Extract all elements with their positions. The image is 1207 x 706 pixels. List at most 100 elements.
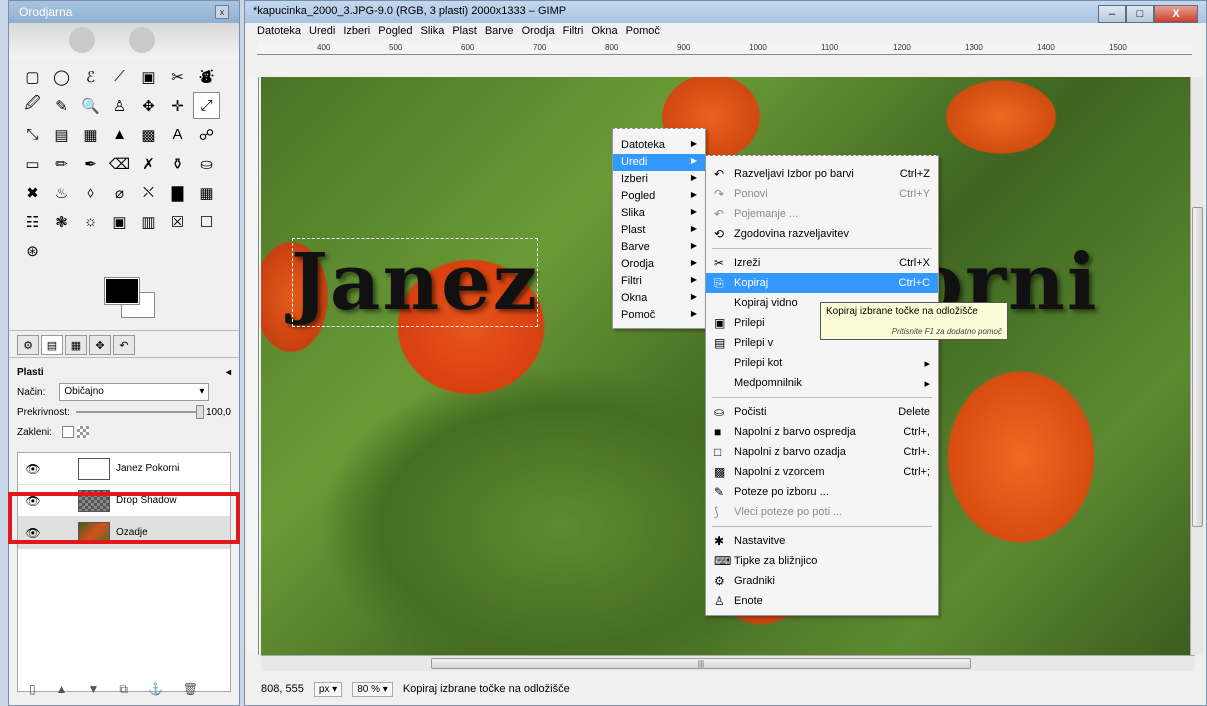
tool-button-icon[interactable]: ❃ (48, 208, 75, 235)
menu-2[interactable]: Izberi (343, 25, 370, 39)
menu-3[interactable]: Pogled (378, 25, 412, 39)
tool-button-icon[interactable]: ▩ (135, 121, 162, 148)
delete-layer-icon[interactable]: 🗑 (183, 682, 198, 697)
tool-button-icon[interactable]: ▦ (193, 179, 220, 206)
menu-9[interactable]: Okna (591, 25, 617, 39)
tool-button-icon[interactable]: ▣ (135, 63, 162, 90)
tool-button-icon[interactable]: ☐ (193, 208, 220, 235)
context-menu-item[interactable]: Pomoč ▶ (613, 307, 705, 324)
edit-menu-item[interactable]: ✂ Izreži Ctrl+X (706, 253, 938, 273)
close-button[interactable]: X (1154, 5, 1198, 23)
layer-row[interactable]: 👁 Janez Pokorni (18, 453, 230, 485)
edit-menu-item[interactable]: ⚙ Gradniki (706, 571, 938, 591)
new-layer-icon[interactable]: ▯ (29, 682, 36, 697)
tool-button-icon[interactable]: ⟋ (106, 63, 133, 90)
toolbox-close-button[interactable]: x (215, 5, 229, 19)
menu-8[interactable]: Filtri (563, 25, 584, 39)
tool-button-icon[interactable]: ✖ (19, 179, 46, 206)
tool-button-icon[interactable]: ✒ (77, 150, 104, 177)
tool-button-icon[interactable]: ✛ (164, 92, 191, 119)
menu-4[interactable]: Slika (421, 25, 445, 39)
raise-layer-icon[interactable]: ▲ (56, 682, 68, 697)
tool-options-tab-icon[interactable]: ⚙ (17, 335, 39, 355)
horizontal-scrollbar-thumb[interactable]: ||| (431, 658, 971, 669)
edit-menu-item[interactable]: ♙ Enote (706, 591, 938, 611)
tool-button-icon[interactable]: ⊛ (19, 237, 46, 264)
tool-button-icon[interactable]: ⌫ (106, 150, 133, 177)
context-menu-item[interactable]: Orodja ▶ (613, 256, 705, 273)
vertical-scrollbar[interactable] (1190, 77, 1204, 655)
context-menu-item[interactable]: Barve ▶ (613, 239, 705, 256)
context-menu-item[interactable]: Plast ▶ (613, 222, 705, 239)
context-menu-item[interactable]: Pogled ▶ (613, 188, 705, 205)
edit-menu-item[interactable]: ↶ Razveljavi Izbor po barvi Ctrl+Z (706, 164, 938, 184)
edit-menu-item[interactable]: ⛀ Počisti Delete (706, 402, 938, 422)
horizontal-scrollbar[interactable]: ||| (261, 655, 1195, 671)
tool-button-icon[interactable]: ⌀ (106, 179, 133, 206)
context-menu-item[interactable]: Datoteka ▶ (613, 137, 705, 154)
minimize-button[interactable]: – (1098, 5, 1126, 23)
tool-button-icon[interactable]: ⛇ (193, 63, 220, 90)
tool-button-icon[interactable]: ⚱ (164, 150, 191, 177)
tool-button-icon[interactable]: ⛀ (193, 150, 220, 177)
layers-tab-icon[interactable]: ▤ (41, 335, 63, 355)
foreground-color-swatch[interactable] (104, 277, 140, 305)
opacity-slider[interactable] (75, 405, 204, 419)
opacity-value[interactable]: 100,0 (206, 407, 231, 418)
edit-menu-item[interactable]: ▩ Napolni z vzorcem Ctrl+; (706, 462, 938, 482)
tool-button-icon[interactable]: ▥ (135, 208, 162, 235)
context-menu-item[interactable]: Izberi ▶ (613, 171, 705, 188)
context-menu-item[interactable]: Filtri ▶ (613, 273, 705, 290)
menu-6[interactable]: Barve (485, 25, 514, 39)
edit-menu-item[interactable]: ⎘ Kopiraj Ctrl+C (706, 273, 938, 293)
edit-menu-item[interactable]: ✱ Nastavitve (706, 531, 938, 551)
tool-button-icon[interactable]: ◯ (48, 63, 75, 90)
unit-select[interactable]: px ▾ (313, 681, 343, 697)
tool-button-icon[interactable]: ♙ (106, 92, 133, 119)
lower-layer-icon[interactable]: ▼ (88, 682, 100, 697)
paths-tab-icon[interactable]: ✥ (89, 335, 111, 355)
maximize-button[interactable]: □ (1126, 5, 1154, 23)
tool-button-icon[interactable]: ▢ (19, 63, 46, 90)
tool-button-icon[interactable]: ▤ (48, 121, 75, 148)
tool-button-icon[interactable]: A (164, 121, 191, 148)
vertical-scrollbar-thumb[interactable] (1192, 207, 1203, 527)
tool-button-icon[interactable]: ⤡ (19, 121, 46, 148)
tool-button-icon[interactable]: ✥ (135, 92, 162, 119)
tool-button-icon[interactable]: ☍ (193, 121, 220, 148)
tool-button-icon[interactable]: ⬨ (77, 179, 104, 206)
undo-history-tab-icon[interactable]: ↶ (113, 335, 135, 355)
edit-menu-item[interactable]: ⟲ Zgodovina razveljavitev (706, 224, 938, 244)
menu-0[interactable]: Datoteka (257, 25, 301, 39)
menu-5[interactable]: Plast (452, 25, 476, 39)
tool-button-icon[interactable]: 🖉 (19, 92, 46, 119)
tool-button-icon[interactable]: ⤢ (193, 92, 220, 119)
context-menu-item[interactable]: Okna ▶ (613, 290, 705, 307)
edit-menu-item[interactable]: □ Napolni z barvo ozadja Ctrl+. (706, 442, 938, 462)
tool-button-icon[interactable]: ▭ (19, 150, 46, 177)
tool-button-icon[interactable]: ☼ (77, 208, 104, 235)
zoom-select[interactable]: 80 % ▾ (352, 681, 393, 697)
context-menu-item[interactable]: Slika ▶ (613, 205, 705, 222)
tool-button-icon[interactable]: ⛌ (135, 179, 162, 206)
opacity-slider-knob[interactable] (195, 405, 204, 419)
tool-button-icon[interactable]: ▣ (106, 208, 133, 235)
vertical-ruler[interactable] (247, 77, 259, 655)
menu-7[interactable]: Orodja (522, 25, 555, 39)
tool-button-icon[interactable]: ℰ (77, 63, 104, 90)
channels-tab-icon[interactable]: ▦ (65, 335, 87, 355)
tool-button-icon[interactable]: ▦ (77, 121, 104, 148)
anchor-layer-icon[interactable]: ⚓ (148, 682, 163, 697)
mode-select[interactable]: Običajno ▾ (59, 383, 210, 401)
edit-menu-item[interactable]: Medpomnilnik ▸ (706, 373, 938, 393)
tool-button-icon[interactable]: ✗ (135, 150, 162, 177)
tool-button-icon[interactable]: ✏ (48, 150, 75, 177)
edit-menu-item[interactable]: ⌨ Tipke za bližnjico (706, 551, 938, 571)
context-menu-item[interactable]: Uredi ▶ (613, 154, 705, 171)
menu-10[interactable]: Pomoč (626, 25, 660, 39)
tool-button-icon[interactable]: ▇ (164, 179, 191, 206)
edit-menu-item[interactable]: ✎ Poteze po izboru ... (706, 482, 938, 502)
lock-alpha-icon[interactable] (77, 426, 90, 438)
tool-button-icon[interactable]: ▲ (106, 121, 133, 148)
tool-button-icon[interactable]: ☒ (164, 208, 191, 235)
